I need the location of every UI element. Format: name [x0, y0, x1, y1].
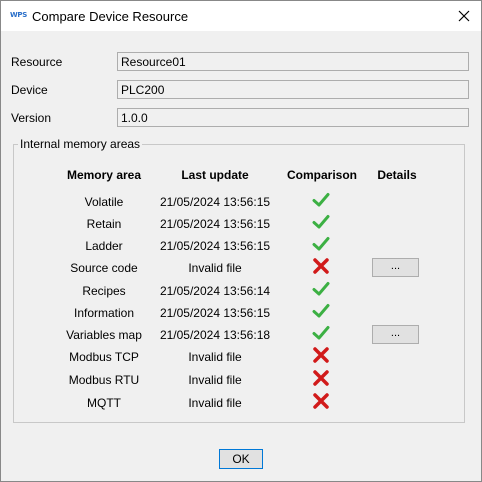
memory-area-last-update: Invalid file [188, 396, 242, 410]
memory-area-last-update: 21/05/2024 13:56:18 [159, 328, 271, 342]
checkmark-icon [312, 235, 330, 253]
memory-area-last-update: 21/05/2024 13:56:15 [159, 195, 271, 209]
details-button[interactable]: ... [372, 325, 419, 344]
checkmark-icon [312, 213, 330, 231]
resource-label: Resource [11, 55, 63, 69]
memory-area-name: Ladder [85, 239, 123, 253]
device-label: Device [11, 83, 48, 97]
window-title: Compare Device Resource [32, 9, 189, 24]
resource-field[interactable]: Resource01 [117, 52, 469, 71]
memory-area-last-update: 21/05/2024 13:56:15 [159, 239, 271, 253]
checkmark-icon [312, 324, 330, 342]
version-label: Version [11, 111, 52, 125]
version-field[interactable]: 1.0.0 [117, 108, 469, 127]
cross-icon [312, 392, 330, 410]
checkmark-icon [312, 191, 330, 209]
memory-area-name: Retain [86, 217, 122, 231]
close-icon [458, 10, 470, 22]
checkmark-icon [312, 280, 330, 298]
cross-icon [312, 369, 330, 387]
memory-area-name: MQTT [87, 396, 121, 410]
title-bar: WPS Compare Device Resource [1, 1, 481, 31]
memory-area-last-update: Invalid file [188, 261, 242, 275]
device-field[interactable]: PLC200 [117, 80, 469, 99]
memory-area-name: Modbus RTU [68, 373, 140, 387]
memory-area-name: Modbus TCP [69, 350, 139, 364]
memory-area-last-update: 21/05/2024 13:56:14 [159, 284, 271, 298]
memory-area-name: Information [73, 306, 135, 320]
app-logo-icon: WPS [10, 11, 27, 19]
checkmark-icon [312, 302, 330, 320]
close-button[interactable] [447, 1, 481, 31]
details-button[interactable]: ... [372, 258, 419, 277]
memory-area-name: Variables map [66, 328, 142, 342]
header-memory-area: Memory area [66, 168, 142, 182]
header-details: Details [377, 168, 417, 182]
cross-icon [312, 346, 330, 364]
header-comparison: Comparison [286, 168, 357, 182]
memory-area-last-update: 21/05/2024 13:56:15 [159, 306, 271, 320]
cross-icon [312, 257, 330, 275]
memory-area-name: Recipes [82, 284, 126, 298]
memory-area-last-update: 21/05/2024 13:56:15 [159, 217, 271, 231]
memory-area-last-update: Invalid file [188, 373, 242, 387]
memory-area-name: Source code [70, 261, 138, 275]
memory-area-last-update: Invalid file [188, 350, 242, 364]
ok-button[interactable]: OK [219, 449, 263, 469]
memory-areas-group-title: Internal memory areas [18, 137, 143, 151]
memory-area-name: Volatile [84, 195, 124, 209]
header-last-update: Last update [181, 168, 249, 182]
